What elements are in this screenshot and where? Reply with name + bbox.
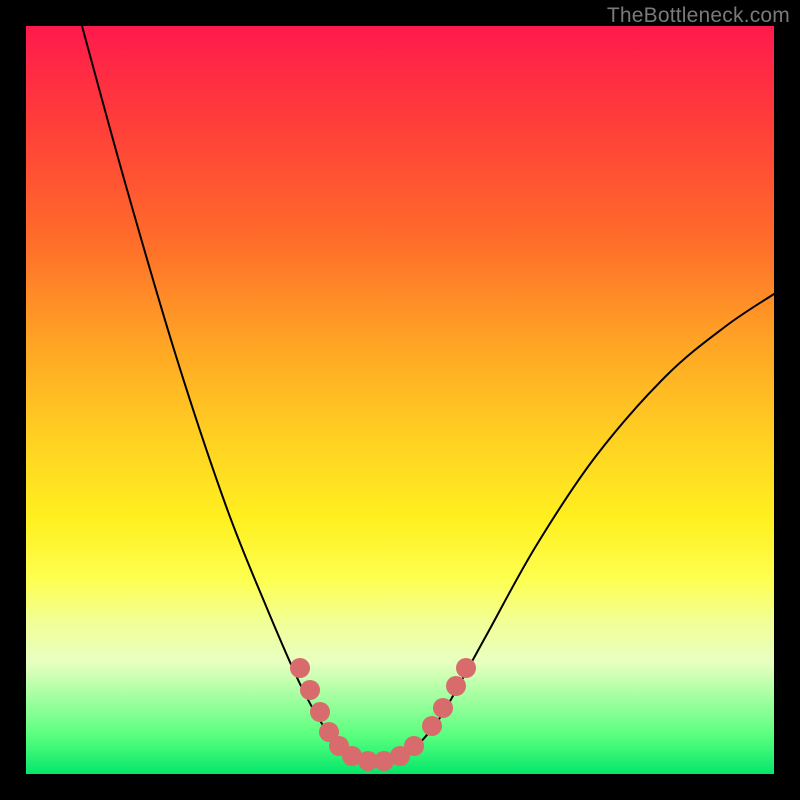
chart-frame	[26, 26, 774, 774]
watermark-text: TheBottleneck.com	[607, 4, 790, 28]
highlight-marker	[433, 698, 453, 718]
marker-group	[290, 658, 476, 771]
highlight-marker	[300, 680, 320, 700]
highlight-marker	[404, 736, 424, 756]
bottleneck-curve	[82, 26, 774, 762]
chart-svg	[26, 26, 774, 774]
highlight-marker	[310, 702, 330, 722]
highlight-marker	[422, 716, 442, 736]
highlight-marker	[456, 658, 476, 678]
highlight-marker	[446, 676, 466, 696]
highlight-marker	[290, 658, 310, 678]
